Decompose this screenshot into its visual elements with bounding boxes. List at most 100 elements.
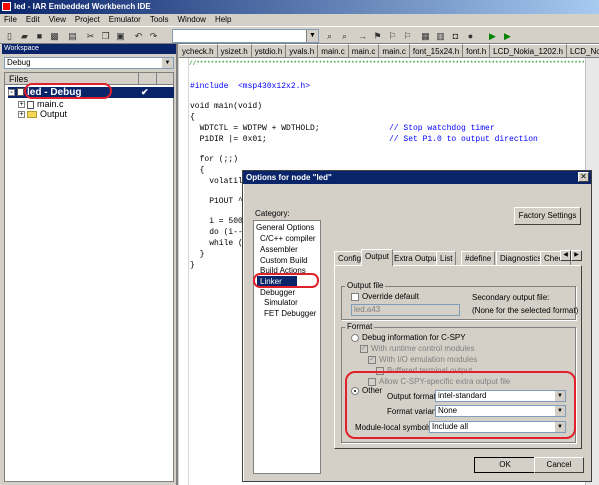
output-filename-field[interactable]: led.a43 [351,304,460,316]
open-icon[interactable]: ▰ [18,29,31,42]
tab-file[interactable]: yvals.h [286,44,319,57]
menu-view[interactable]: View [45,14,71,24]
menu-help[interactable]: Help [211,14,236,24]
chevron-down-icon[interactable]: ▼ [306,30,318,42]
tree-item-output[interactable]: + Output [18,109,67,119]
ok-button[interactable]: OK [474,457,536,473]
code-text: { [190,113,195,122]
save-icon[interactable]: ■ [33,29,46,42]
save-all-icon[interactable]: ▩ [48,29,61,42]
undo-icon[interactable]: ↶ [132,29,145,42]
expand-icon[interactable]: - [8,88,15,96]
code-line: void main(void) [190,102,262,111]
category-fet-debugger[interactable]: FET Debugger [264,309,316,318]
category-c-compiler[interactable]: C/C++ compiler [260,234,316,243]
expand-icon[interactable]: + [18,101,25,109]
code-text: WDTCTL = WDTPW + WDTHOLD; [190,124,320,133]
tab-file[interactable]: ycheck.h [179,44,218,57]
tab-file[interactable]: ystdio.h [251,44,287,57]
debug-info-radio[interactable]: Debug information for C-SPY [351,333,466,342]
tab-define[interactable]: #define [461,251,496,265]
menu-project[interactable]: Project [71,14,105,24]
code-text: void main(void) [190,102,263,111]
copy-icon[interactable]: ❐ [99,29,112,42]
checkbox-icon[interactable]: ✓ [360,344,368,353]
compile-icon[interactable]: ▦ [419,29,432,42]
radio-icon[interactable] [351,333,359,342]
redo-icon[interactable]: ↷ [147,29,160,42]
expand-icon[interactable]: + [18,111,25,119]
next-bookmark-icon[interactable]: ⚐ [386,29,399,42]
category-label: Category: [255,209,290,218]
toolbar: ▯ ▰ ■ ▩ ▤ ✂ ❐ ▣ ↶ ↷ ▼ ⌕ ⌕ → ⚑ ⚐ ⚐ ▦ ▥ ◘ … [0,26,599,44]
code-comment: // Set P1.0 to output direction [389,135,538,144]
files-tree [4,72,174,482]
tab-extra-output[interactable]: Extra Output [390,251,443,265]
cancel-button[interactable]: Cancel [534,457,584,473]
tab-file[interactable]: main.c [318,44,349,57]
tab-file[interactable]: main.c [348,44,380,57]
code-comment: // Stop watchdog timer [389,124,495,133]
category-custom-build[interactable]: Custom Build [260,256,308,265]
io-emulation-checkbox[interactable]: ✓ With I/O emulation modules [368,355,477,364]
prev-bookmark-icon[interactable]: ⚐ [401,29,414,42]
highlight-circle [253,273,319,288]
runtime-control-checkbox[interactable]: ✓ With runtime control modules [360,344,475,353]
tab-file[interactable]: ysizet.h [217,44,252,57]
chevron-down-icon[interactable]: ▼ [162,58,173,68]
debug-icon[interactable]: ▶ [486,29,499,42]
bookmark-icon[interactable]: ⚑ [371,29,384,42]
tab-file[interactable]: LCD_Nokia_1202.h [566,44,599,57]
menu-tools[interactable]: Tools [146,14,174,24]
checkbox-icon[interactable] [351,292,359,301]
comment-divider: //**************************************… [189,60,584,66]
print-icon[interactable]: ▤ [66,29,79,42]
category-assembler[interactable]: Assembler [260,245,298,254]
paste-icon[interactable]: ▣ [114,29,127,42]
io-emulation-label: With I/O emulation modules [379,355,478,364]
factory-settings-button[interactable]: Factory Settings [514,207,581,225]
make-icon[interactable]: ▥ [434,29,447,42]
code-line: WDTCTL = WDTPW + WDTHOLD; [190,124,320,133]
checkbox-icon[interactable]: ✓ [368,355,376,364]
code-text: P1DIR |= 0x01; [190,135,267,144]
tab-list[interactable]: List [436,251,457,265]
tree-item-main-c[interactable]: + main.c [18,99,64,109]
configuration-select[interactable]: Debug ▼ [4,57,174,69]
breakpoint-icon[interactable]: ● [464,29,477,42]
tab-file[interactable]: font_15x24.h [409,44,464,57]
tree-item-label: main.c [37,99,64,109]
code-line: { [190,166,205,175]
code-text: P1OUT ^= [190,197,248,206]
tab-file[interactable]: main.c [379,44,410,57]
tab-output[interactable]: Output [361,249,394,266]
menu-bar: File Edit View Project Emulator Tools Window He… [0,14,599,26]
find-next-icon[interactable]: ⌕ [338,29,351,42]
new-file-icon[interactable]: ▯ [3,29,16,42]
override-default-checkbox[interactable]: Override default [351,292,419,301]
menu-window[interactable]: Window [174,14,211,24]
code-line: P1OUT ^= [190,197,248,206]
close-icon[interactable]: ✕ [578,172,589,182]
cut-icon[interactable]: ✂ [84,29,97,42]
tab-file[interactable]: LCD_Nokia_1202.h [490,44,567,57]
category-debugger[interactable]: Debugger [260,288,295,297]
chevron-right-icon[interactable]: ▶ [571,250,582,261]
debug-no-download-icon[interactable]: ▶ [501,29,514,42]
tab-diagnostics[interactable]: Diagnostics [496,251,546,265]
goto-icon[interactable]: → [356,29,369,42]
category-general-options[interactable]: General Options [256,223,314,232]
category-simulator[interactable]: Simulator [264,298,298,307]
menu-file[interactable]: File [0,14,22,24]
tab-file[interactable]: font.h [463,44,491,57]
stop-build-icon[interactable]: ◘ [449,29,462,42]
configuration-value: Debug [7,58,31,67]
menu-emulator[interactable]: Emulator [105,14,146,24]
folder-icon [27,111,37,119]
code-text: volatil [190,177,243,186]
find-icon[interactable]: ⌕ [323,29,336,42]
menu-edit[interactable]: Edit [22,14,45,24]
find-combo[interactable]: ▼ [172,29,319,43]
chevron-left-icon[interactable]: ◀ [560,250,571,261]
secondary-output-label: Secondary output file: [472,293,550,302]
